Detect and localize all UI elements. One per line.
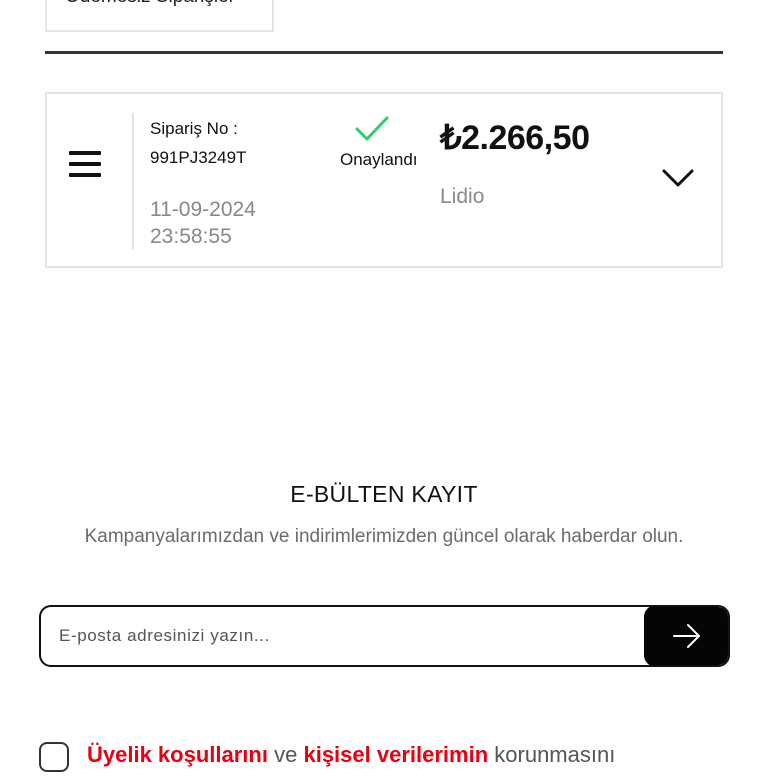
newsletter-description: Kampanyalarımızdan ve indirimlerimizden …: [84, 526, 684, 547]
order-card: Sipariş No : 991PJ3249T 11-09-2024 23:58…: [45, 92, 723, 268]
submit-button[interactable]: [644, 607, 728, 665]
order-brand: Lidio: [440, 185, 485, 208]
arrow-right-icon: [673, 624, 700, 648]
order-price: ₺2.266,50: [440, 119, 590, 157]
menu-icon[interactable]: [69, 151, 101, 179]
unpaid-orders-tab[interactable]: Ödemesiz Siparişler: [45, 0, 274, 32]
section-divider: [45, 51, 723, 54]
card-divider: [132, 113, 134, 249]
consent-rest-text: korunmasını: [494, 742, 616, 767]
order-number: 991PJ3249T: [150, 148, 247, 167]
newsletter-form: [39, 605, 730, 667]
chevron-down-icon[interactable]: [660, 166, 696, 190]
newsletter-title: E-BÜLTEN KAYIT: [290, 481, 478, 507]
personal-data-link[interactable]: kişisel verilerimin: [303, 742, 488, 767]
email-input[interactable]: [41, 607, 641, 665]
consent-conjunction: ve: [274, 742, 298, 767]
membership-terms-link[interactable]: Üyelik koşullarını: [87, 742, 268, 767]
unpaid-orders-tab-label: Ödemesiz Siparişler: [65, 0, 272, 12]
order-number-label: Sipariş No :: [150, 119, 238, 138]
consent-text: Üyelik koşullarını ve kişisel verilerimi…: [87, 742, 615, 768]
order-time: 23:58:55: [150, 225, 232, 248]
check-icon: [355, 116, 389, 141]
order-date: 11-09-2024: [150, 198, 256, 221]
order-status: Onaylandı: [340, 150, 418, 169]
